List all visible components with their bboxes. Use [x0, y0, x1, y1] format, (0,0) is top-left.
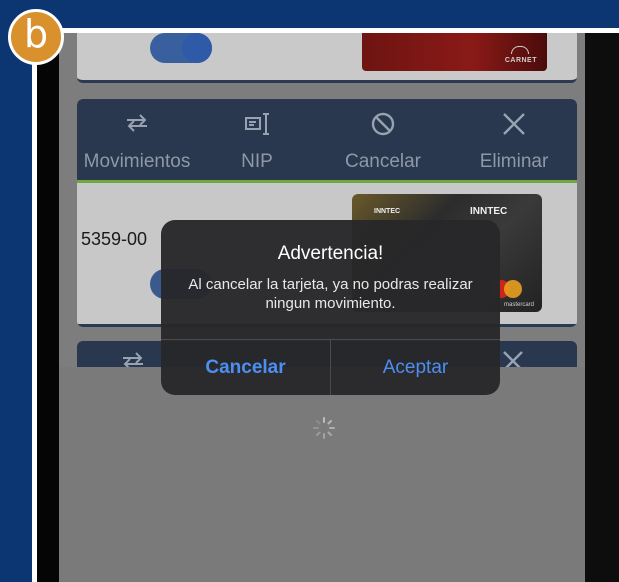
inntec-logo-small: INNTEC — [374, 208, 401, 215]
action-nip[interactable]: NIP — [202, 99, 312, 183]
app-content: CARNET Movimientos NIP Cancelar Eliminar… — [59, 33, 585, 582]
mastercard-label: mastercard — [503, 302, 534, 308]
block-icon — [328, 111, 438, 139]
swap-arrows-icon — [82, 111, 192, 139]
alert-title: Advertencia! — [277, 243, 384, 264]
toggle-knob — [182, 33, 212, 63]
right-bezel — [585, 33, 619, 582]
card-image: CARNET — [362, 33, 547, 71]
action-label: Cancelar — [344, 151, 422, 172]
alert-cancel-button[interactable]: Cancelar — [161, 340, 330, 395]
card-number: 5359-00 — [81, 229, 148, 249]
alert-accept-button[interactable]: Aceptar — [331, 340, 500, 395]
badge-letter: b — [23, 12, 49, 56]
card-active-toggle[interactable] — [150, 33, 212, 63]
action-cancelar[interactable]: Cancelar — [328, 99, 438, 183]
nip-icon — [202, 111, 312, 139]
alert-message: Al cancelar la tarjeta, ya no podras rea… — [188, 276, 473, 312]
left-bezel — [37, 33, 59, 582]
action-label: Eliminar — [479, 151, 549, 172]
inntec-logo-large: INNTEC — [470, 206, 508, 217]
mastercard-yellow-circle — [504, 280, 522, 298]
alert-dialog: Advertencia! Al cancelar la tarjeta, ya … — [161, 220, 500, 395]
phone-screen: CARNET Movimientos NIP Cancelar Eliminar… — [37, 33, 619, 582]
loading-spinner-icon — [312, 416, 336, 440]
carnet-logo-icon — [511, 46, 529, 54]
loading-sheet — [59, 367, 585, 582]
card-action-bar: Movimientos NIP Cancelar Eliminar — [77, 99, 577, 183]
step-badge: b — [8, 9, 64, 65]
close-icon — [459, 111, 569, 139]
card-item-top: CARNET — [77, 33, 577, 83]
card-brand-label: CARNET — [504, 57, 537, 64]
action-eliminar[interactable]: Eliminar — [459, 99, 569, 183]
action-movimientos[interactable]: Movimientos — [82, 99, 192, 183]
